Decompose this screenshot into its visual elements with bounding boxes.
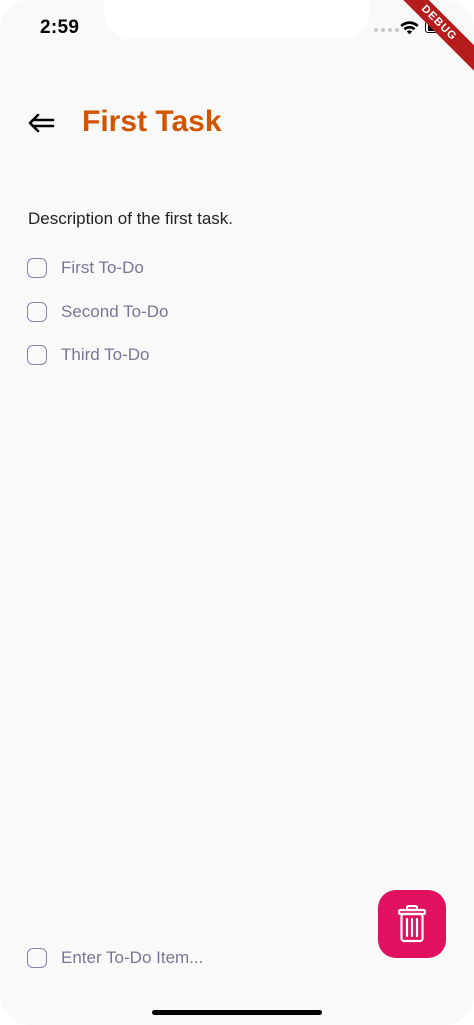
todo-list: First To-Do Second To-Do Third To-Do	[27, 256, 168, 387]
todo-item-third[interactable]: Third To-Do	[27, 343, 168, 367]
debug-banner: DEBUG	[386, 0, 474, 76]
todo-item-second[interactable]: Second To-Do	[27, 300, 168, 324]
device-notch	[104, 0, 370, 38]
delete-task-button[interactable]	[378, 890, 446, 958]
task-description: Description of the first task.	[28, 209, 234, 228]
todo-label: Second To-Do	[61, 301, 169, 321]
new-todo-input[interactable]	[61, 948, 361, 968]
status-time: 2:59	[40, 17, 80, 38]
app-screen: 2:59 DEBUG First Task Description of the…	[0, 0, 474, 1025]
todo-checkbox[interactable]	[27, 301, 47, 322]
trash-icon	[398, 905, 426, 943]
page-title: First Task	[82, 105, 222, 138]
new-todo-row	[27, 946, 361, 970]
todo-label: Third To-Do	[61, 345, 150, 364]
back-button[interactable]	[24, 108, 58, 138]
signal-icon	[374, 28, 399, 32]
todo-checkbox[interactable]	[27, 345, 47, 365]
todo-checkbox[interactable]	[27, 258, 47, 278]
new-todo-checkbox[interactable]	[27, 948, 47, 968]
wifi-icon	[400, 21, 419, 35]
todo-item-first[interactable]: First To-Do	[27, 256, 168, 280]
home-indicator[interactable]	[152, 1010, 322, 1015]
back-arrow-icon	[28, 113, 55, 133]
todo-label: First To-Do	[61, 258, 144, 277]
